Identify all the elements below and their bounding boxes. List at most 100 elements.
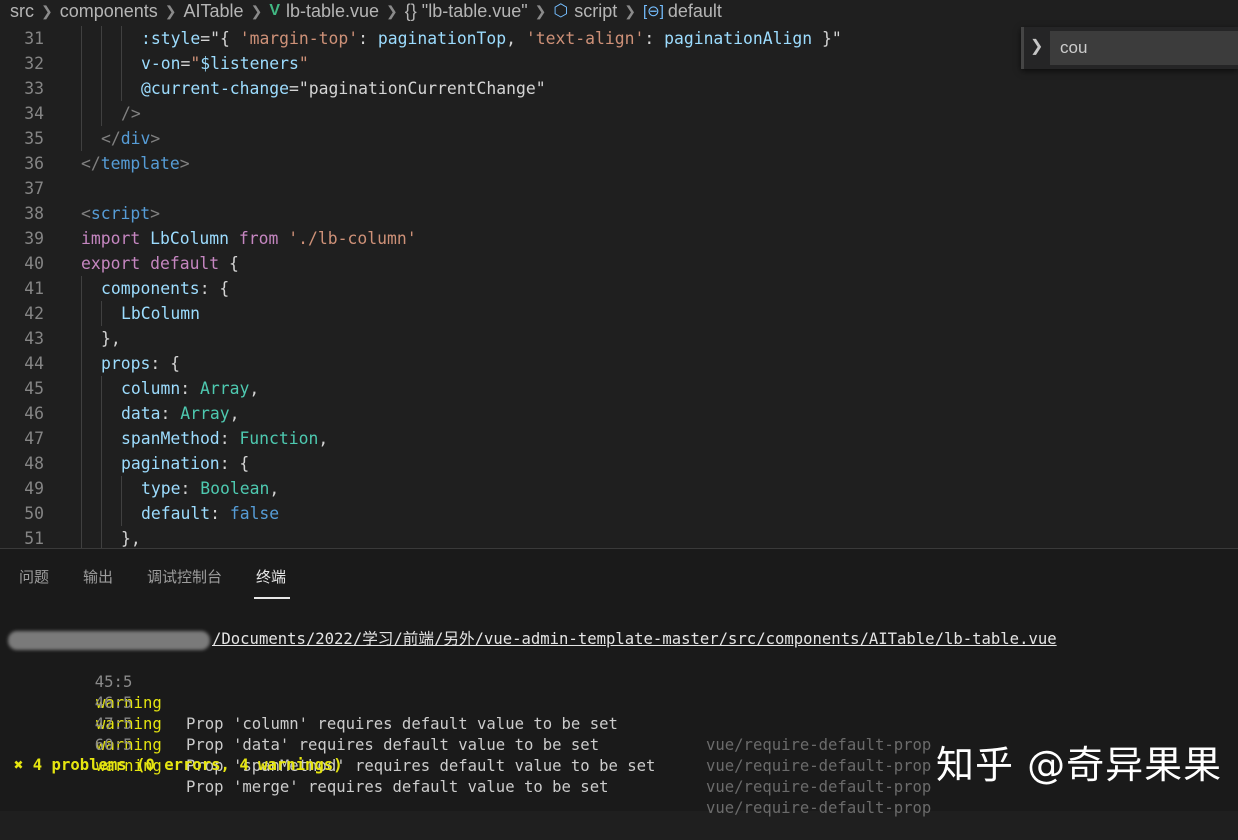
line-number: 44 [24, 354, 44, 373]
breadcrumb-item-module[interactable]: {} "lb-table.vue" [405, 1, 528, 22]
code-line[interactable]: 36 </template> [0, 151, 1238, 176]
code-token: LbColumn [121, 304, 200, 323]
code-token: : { [219, 454, 250, 473]
chevron-right-icon[interactable]: ❯ [1030, 36, 1043, 56]
code-token: Array [199, 379, 250, 398]
code-text: components: { [101, 276, 229, 301]
chevron-right-icon: ❯ [386, 2, 398, 19]
code-line[interactable]: 42 LbColumn [0, 301, 1238, 326]
code-line[interactable]: 40 export default { [0, 251, 1238, 276]
code-token: = [200, 29, 211, 48]
line-number: 32 [24, 54, 44, 73]
find-input[interactable]: cou [1050, 31, 1238, 65]
code-line[interactable]: 43}, [0, 326, 1238, 351]
code-token: }, [121, 529, 141, 548]
code-token: , [318, 429, 329, 448]
code-token: default [141, 504, 211, 523]
warning-row: 46:5 warning Prop 'data' requires defaul… [0, 672, 932, 775]
indent-guide [81, 526, 82, 548]
warning-rule: vue/require-default-prop [706, 757, 932, 775]
line-number: 36 [24, 154, 44, 173]
breadcrumb-item-aitable[interactable]: AITable [184, 1, 244, 22]
line-number: 50 [24, 504, 44, 523]
code-token: " [190, 54, 201, 73]
chevron-right-icon: ❯ [41, 2, 53, 19]
code-line[interactable]: 45 column: Array, [0, 376, 1238, 401]
code-token: components [101, 279, 200, 298]
tab-problems[interactable]: 问题 [19, 566, 49, 587]
code-line[interactable]: 33 @current-change="paginationCurrentChan… [0, 76, 1238, 101]
indent-guide [81, 351, 82, 376]
code-text: pagination: { [121, 451, 249, 476]
code-token: v-on [141, 54, 181, 73]
active-tab-indicator [254, 597, 290, 599]
indent-guide [81, 426, 82, 451]
code-token: Array [180, 404, 230, 423]
warning-location: 46:5 [94, 694, 133, 712]
code-line[interactable]: 47 spanMethod: Function, [0, 426, 1238, 451]
code-line[interactable]: 35 </div> [0, 126, 1238, 151]
code-line[interactable]: 49 type: Boolean, [0, 476, 1238, 501]
tab-terminal[interactable]: 终端 [256, 566, 286, 587]
code-text: :style="{ 'margin-top': paginationTop, '… [141, 26, 842, 51]
line-number: 41 [24, 279, 44, 298]
indent-guide [81, 126, 82, 151]
line-number: 39 [24, 229, 44, 248]
code-line[interactable]: 38 <script> [0, 201, 1238, 226]
code-editor[interactable]: 31:style="{ 'margin-top': paginationTop,… [0, 26, 1238, 548]
indent-guide [101, 76, 102, 101]
code-token: }" [812, 29, 842, 48]
breadcrumb-item-default[interactable]: default [668, 1, 722, 22]
code-line[interactable]: 48 pagination: { [0, 451, 1238, 476]
indent-guide [101, 26, 102, 51]
code-token: , [229, 404, 240, 423]
code-token: column [121, 379, 181, 398]
code-token: Function [239, 429, 319, 448]
warning-rule: vue/require-default-prop [706, 736, 932, 754]
code-token: 'margin-top' [239, 29, 359, 48]
line-number: 43 [24, 329, 44, 348]
code-token: : [358, 29, 378, 48]
warning-location: 60:5 [94, 736, 133, 754]
breadcrumb-item-components[interactable]: components [60, 1, 158, 22]
panel-tabs: 问题 输出 调试控制台 终端 [0, 549, 1238, 601]
breadcrumb-item-file[interactable]: lb-table.vue [286, 1, 379, 22]
indent-guide [101, 501, 102, 526]
file-path-link[interactable]: /Documents/2022/学习/前端/另外/vue-admin-templ… [212, 629, 1057, 650]
warning-message: Prop 'data' requires default value to be… [186, 736, 600, 754]
code-text: export default { [81, 251, 239, 276]
code-token: export [81, 254, 141, 273]
code-token: < [81, 204, 91, 223]
code-token: :style [141, 29, 201, 48]
code-line[interactable]: 37 [0, 176, 1238, 201]
code-text: props: { [101, 351, 180, 376]
code-token: paginationTop [377, 29, 507, 48]
code-line[interactable]: 44 props: { [0, 351, 1238, 376]
code-token: data [121, 404, 161, 423]
warning-row: 47:5 warning Prop 'spanMethod' requires … [0, 693, 932, 796]
indent-guide [81, 476, 82, 501]
code-token: import [81, 229, 141, 248]
breadcrumb-item-script[interactable]: script [574, 1, 617, 22]
code-line[interactable]: 46 data: Array, [0, 401, 1238, 426]
tab-output[interactable]: 输出 [83, 566, 113, 587]
breadcrumb-item-src[interactable]: src [10, 1, 34, 22]
warning-location: 45:5 [94, 673, 133, 691]
chevron-right-icon: ❯ [534, 2, 547, 19]
code-line[interactable]: 34 /> [0, 101, 1238, 126]
indent-guide [101, 301, 102, 326]
code-token: > [179, 154, 190, 173]
code-line[interactable]: 51}, [0, 526, 1238, 548]
code-token: }, [101, 329, 121, 348]
code-token: , [249, 379, 260, 398]
code-token: "{ [210, 29, 240, 48]
indent-guide [81, 276, 82, 301]
code-line[interactable]: 41 components: { [0, 276, 1238, 301]
code-line[interactable]: 39 import LbColumn from './lb-column' [0, 226, 1238, 251]
code-line[interactable]: 50 default: false [0, 501, 1238, 526]
tab-debug-console[interactable]: 调试控制台 [147, 566, 222, 587]
code-token: : [219, 429, 240, 448]
code-token: > [150, 129, 161, 148]
indent-guide [101, 376, 102, 401]
